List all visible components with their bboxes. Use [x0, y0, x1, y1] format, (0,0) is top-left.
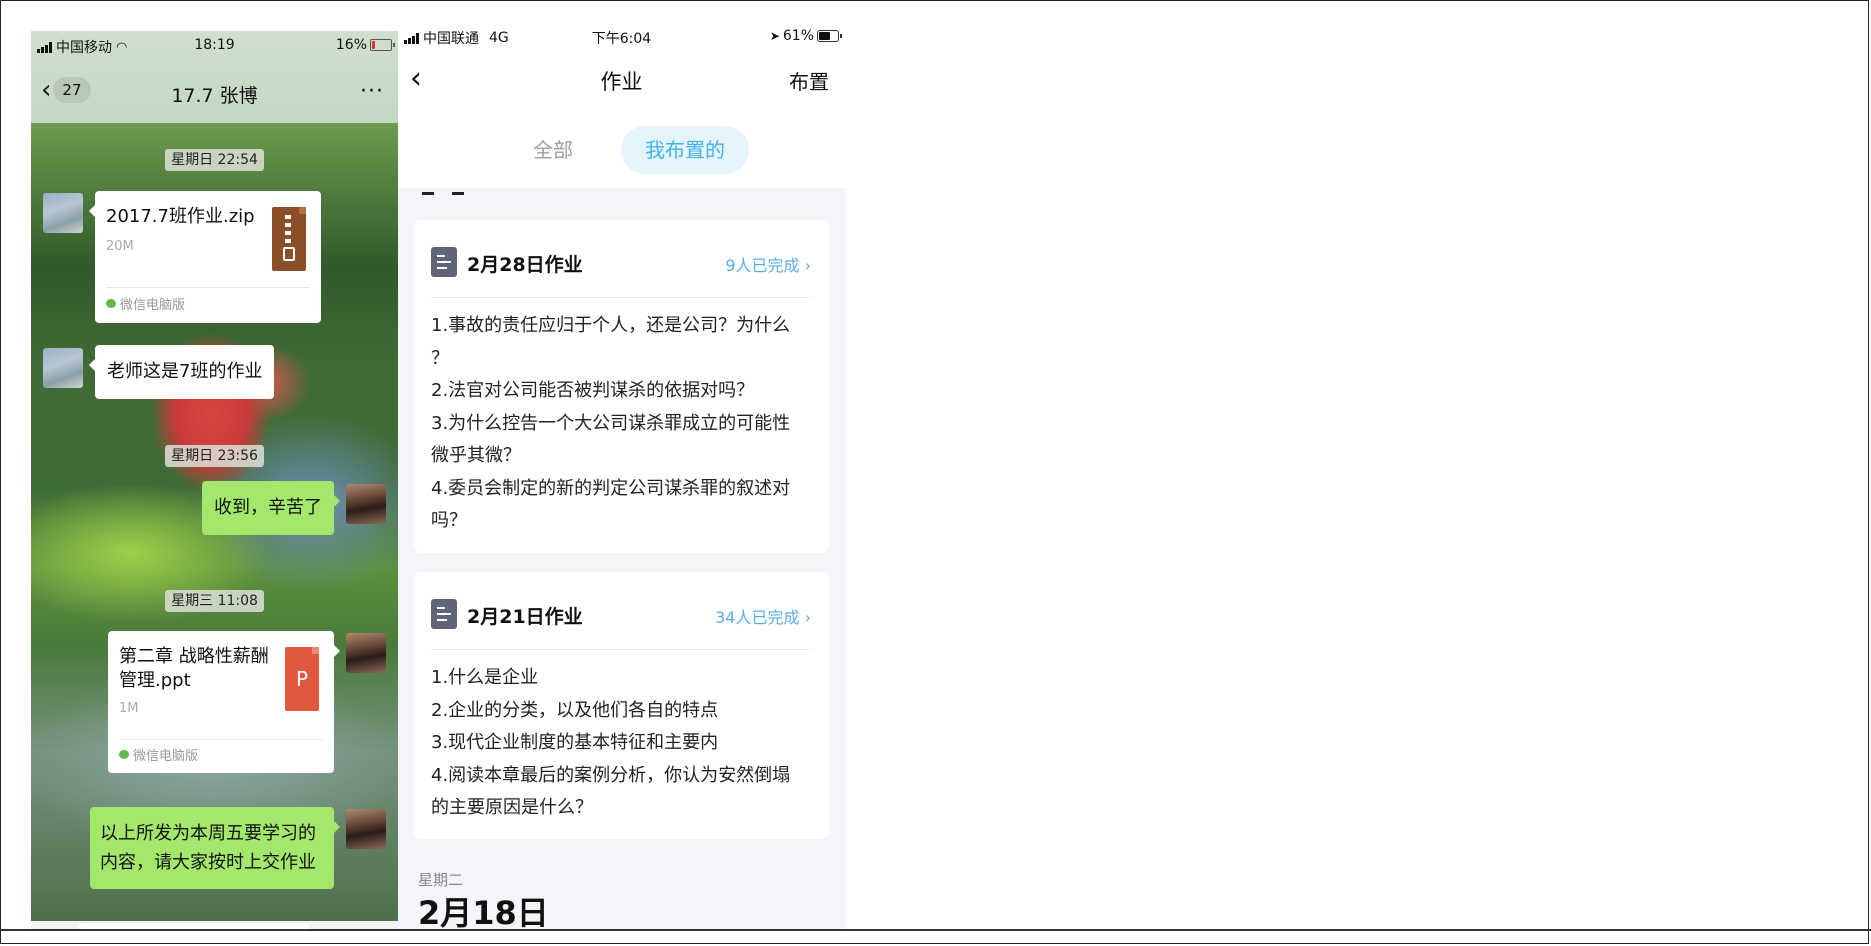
chevron-right-icon: ›	[804, 608, 811, 627]
location-icon: ➤	[769, 29, 780, 43]
file-size: 20M	[106, 239, 134, 254]
divider	[119, 739, 323, 740]
homework-title: 2月28日作业	[467, 254, 583, 276]
file-message-ppt[interactable]: 第二章 战略性薪酬管理.ppt 1M P 微信电脑版	[108, 631, 340, 773]
question-line: 2.法官对公司能否被判谋杀的依据对吗？	[431, 380, 755, 401]
wechat-pc-icon	[119, 750, 129, 759]
battery-icon	[370, 39, 395, 51]
homework-title: 2月21日作业	[467, 606, 583, 628]
file-name: 第二章 战略性薪酬管理.ppt	[119, 646, 269, 691]
question-line: 1.什么是企业	[431, 667, 539, 688]
date-weekday: 星期二	[418, 871, 464, 889]
question-line: 的主要原因是什么？	[431, 797, 593, 818]
wechat-header: 中国移动 ◠ 18:19 16% ‹ 27 17.7 张博 ···	[31, 31, 398, 123]
text-message[interactable]: 老师这是7班的作业	[88, 345, 275, 399]
avatar[interactable]	[43, 193, 83, 233]
file-source: 微信电脑版	[119, 745, 198, 764]
file-source: 微信电脑版	[106, 294, 185, 313]
question-line: 2.企业的分类，以及他们各自的特点	[431, 699, 719, 721]
avatar[interactable]	[43, 348, 83, 388]
homework-questions: 1.事故的责任应归于个人，还是公司？为什么 ？ 2.法官对公司能否被判谋杀的依据…	[431, 310, 811, 538]
completion-link[interactable]: 34人已完成 ›	[715, 604, 811, 628]
wechat-pc-icon	[106, 299, 116, 308]
question-line: 吗？	[431, 510, 467, 531]
date-heading: 2月18日	[418, 894, 549, 929]
battery-icon	[817, 30, 842, 42]
tab-all[interactable]: 全部	[513, 126, 593, 174]
divider	[106, 287, 310, 288]
status-bar-right: ➤ 61%	[769, 28, 842, 44]
question-line: ？	[431, 347, 449, 369]
tab-mine[interactable]: 我布置的	[621, 126, 749, 174]
completion-link[interactable]: 9人已完成 ›	[725, 252, 811, 276]
file-size: 1M	[119, 701, 139, 716]
more-button[interactable]: ···	[360, 79, 384, 104]
question-line: 4.委员会制定的新的判定公司谋杀罪的叙述对	[431, 477, 791, 499]
divider	[0, 929, 1871, 931]
page-title: 作业	[600, 70, 643, 94]
question-line: 3.现代企业制度的基本特征和主要内	[431, 732, 719, 753]
battery-percent: 16%	[335, 37, 367, 53]
chat-nav-bar: ‹ 27 17.7 张博 ···	[31, 75, 398, 115]
homework-card[interactable]: 2月28日作业 9人已完成 › 1.事故的责任应归于个人，还是公司？为什么 ？ …	[413, 220, 829, 553]
question-line: 4.阅读本章最后的案例分析，你认为安然倒塌	[431, 764, 791, 786]
divider	[431, 297, 811, 298]
question-line: 1.事故的责任应归于个人，还是公司？为什么	[431, 315, 791, 336]
message-input-bar	[31, 921, 398, 929]
text-message-self[interactable]: 收到，辛苦了	[202, 481, 340, 535]
zip-file-icon	[272, 207, 306, 271]
timestamp: 星期日 23:56	[31, 445, 398, 467]
divider	[431, 649, 811, 650]
homework-screen: 中国联通 4G 下午6:04 ➤ 61% ‹ 作业 布置 全部 我布置的 2月2…	[398, 20, 845, 929]
timestamp: 星期三 11:08	[31, 590, 398, 612]
homework-header: 中国联通 4G 下午6:04 ➤ 61% ‹ 作业 布置 全部 我布置的	[398, 20, 845, 188]
text-message-self[interactable]: 以上所发为本周五要学习的内容，请大家按时上交作业	[90, 807, 340, 889]
avatar[interactable]	[346, 809, 386, 849]
homework-card[interactable]: 2月21日作业 34人已完成 › 1.什么是企业 2.企业的分类，以及他们各自的…	[413, 572, 829, 839]
ppt-file-icon: P	[285, 647, 319, 711]
clipped-heading	[422, 188, 482, 198]
question-line: 微乎其微？	[431, 445, 521, 466]
assign-button[interactable]: 布置	[789, 66, 829, 95]
avatar[interactable]	[346, 484, 386, 524]
status-bar: 中国移动 ◠ 18:19 16%	[31, 31, 398, 61]
chat-background-image: 星期日 22:54 2017.7班作业.zip 20M 微信电脑版 老师这是7班…	[31, 123, 398, 929]
wechat-chat-screen: 中国移动 ◠ 18:19 16% ‹ 27 17.7 张博 ··· 星期日 22…	[31, 31, 398, 929]
avatar[interactable]	[346, 633, 386, 673]
question-line: 3.为什么控告一个大公司谋杀罪成立的可能性	[431, 412, 791, 434]
homework-questions: 1.什么是企业 2.企业的分类，以及他们各自的特点 3.现代企业制度的基本特征和…	[431, 662, 811, 825]
file-message-zip[interactable]: 2017.7班作业.zip 20M 微信电脑版	[89, 191, 321, 323]
document-icon	[431, 599, 457, 629]
timestamp: 星期日 22:54	[31, 149, 398, 171]
chat-title: 17.7 张博	[171, 85, 258, 107]
document-icon	[431, 247, 457, 277]
chevron-right-icon: ›	[804, 256, 811, 275]
file-name: 2017.7班作业.zip	[106, 206, 255, 227]
battery-percent: 61%	[782, 28, 814, 44]
